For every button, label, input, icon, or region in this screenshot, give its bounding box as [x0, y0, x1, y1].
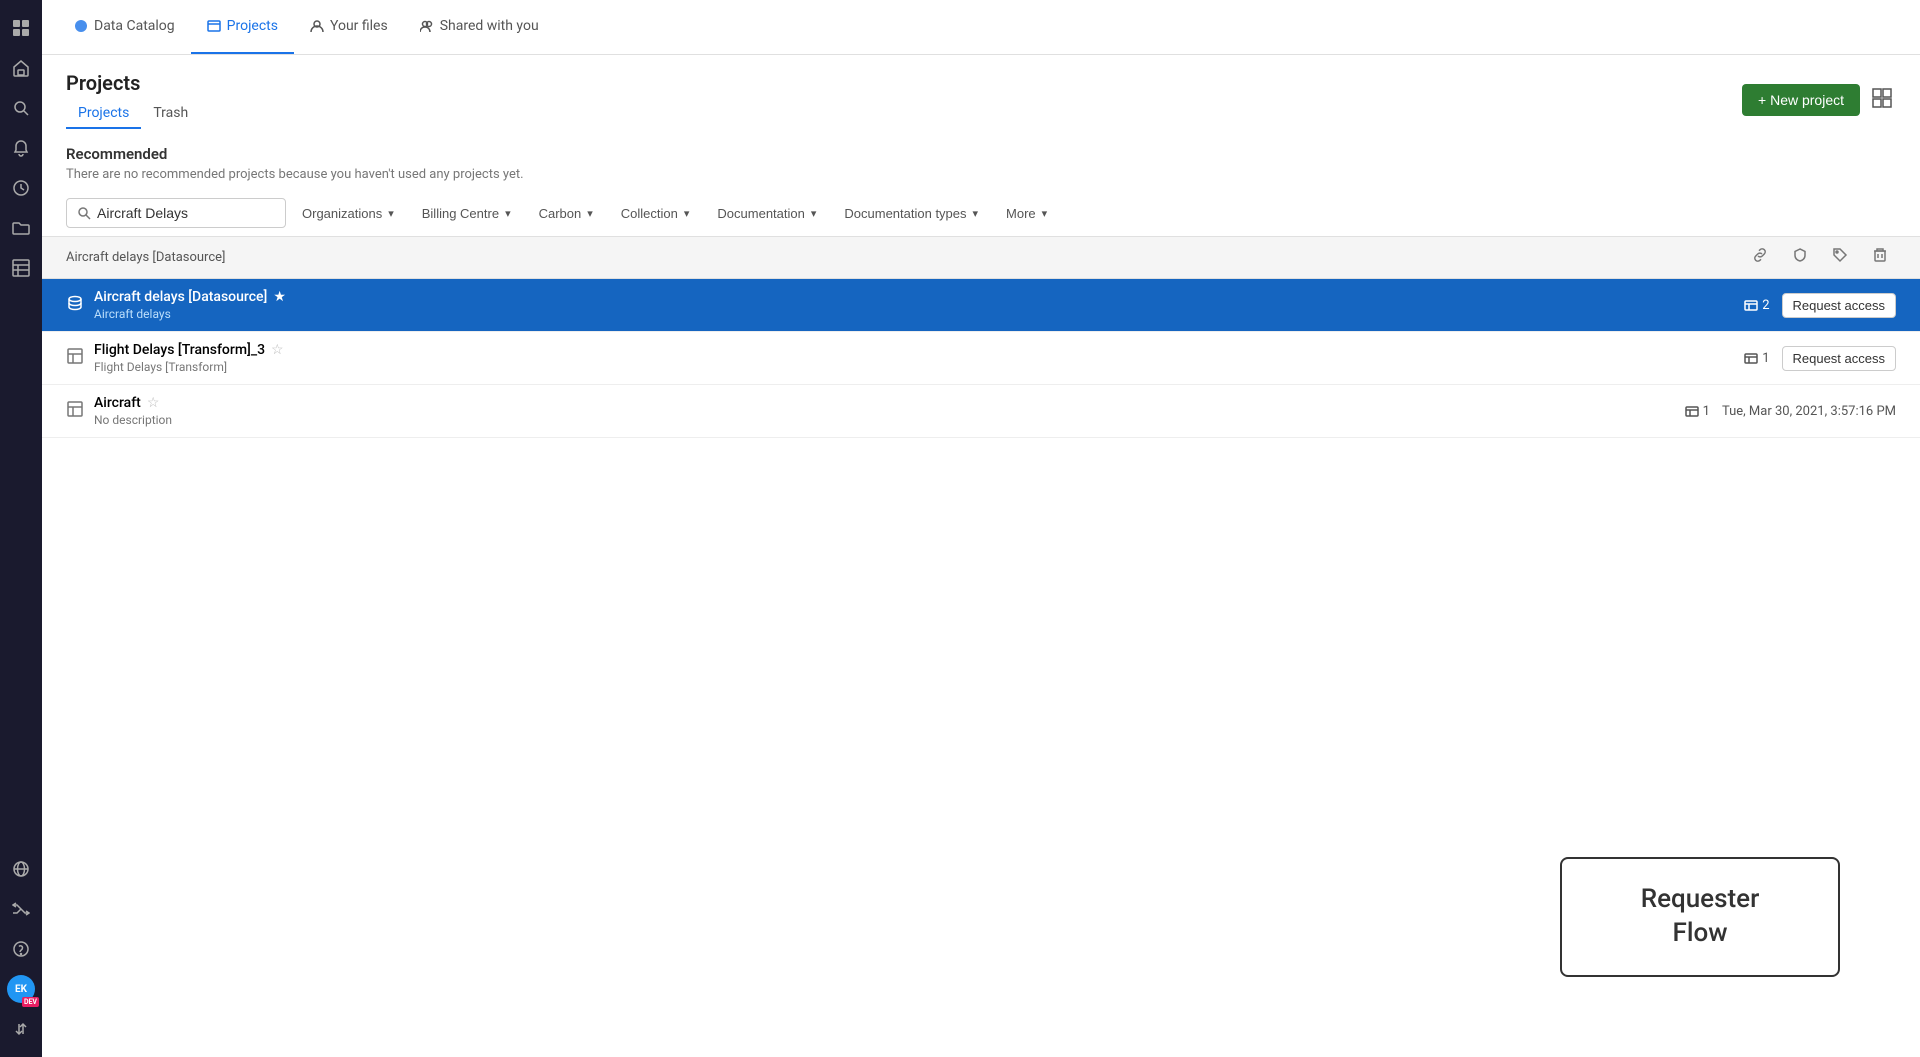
home-icon[interactable] [3, 50, 39, 86]
filter-bar: Organizations Billing Centre Carbon Coll… [42, 190, 1920, 236]
row-count: 1 [1685, 404, 1710, 419]
star-icon[interactable]: ☆ [271, 342, 284, 358]
sub-tab-projects[interactable]: Projects [66, 99, 141, 129]
table-row[interactable]: Aircraft delays [Datasource] ★ Aircraft … [42, 279, 1920, 332]
search-icon [77, 206, 91, 220]
row-meta: 2 Request access [1744, 293, 1896, 318]
documentation-types-filter[interactable]: Documentation types [832, 200, 990, 227]
more-filter[interactable]: More [994, 200, 1059, 227]
help-icon[interactable] [3, 931, 39, 967]
tab-projects[interactable]: Projects [191, 0, 294, 54]
shuffle-icon[interactable] [3, 891, 39, 927]
request-access-button[interactable]: Request access [1782, 293, 1897, 318]
table-row[interactable]: Aircraft ☆ No description 1 Tue, M [42, 385, 1920, 438]
recommended-section: Recommended There are no recommended pro… [42, 129, 1920, 190]
results-header: Aircraft delays [Datasource] [42, 236, 1920, 279]
header-actions: + New project [1742, 84, 1896, 117]
documentation-filter[interactable]: Documentation [705, 200, 828, 227]
aircraft-icon [66, 400, 84, 422]
request-access-button[interactable]: Request access [1782, 346, 1897, 371]
link-icon-button[interactable] [1744, 243, 1776, 272]
sub-tabs: Projects Trash [66, 99, 200, 129]
globe-icon[interactable] [3, 851, 39, 887]
clock-icon[interactable] [3, 170, 39, 206]
page-title-area: Projects Projects Trash [66, 71, 200, 129]
row-count: 2 [1744, 298, 1769, 313]
row-title: Flight Delays [Transform]_3 ☆ [94, 342, 1744, 358]
row-subtitle: Flight Delays [Transform] [94, 360, 1744, 374]
requester-flow-tooltip: RequesterFlow [1560, 857, 1840, 977]
row-main: Aircraft delays [Datasource] ★ Aircraft … [94, 289, 1744, 321]
sidebar: EK DEV [0, 0, 42, 1057]
row-main: Aircraft ☆ No description [94, 395, 1685, 427]
datasource-icon [66, 294, 84, 316]
row-subtitle: Aircraft delays [94, 307, 1744, 321]
tag-icon-button[interactable] [1824, 243, 1856, 272]
sub-tab-trash[interactable]: Trash [141, 99, 200, 129]
recommended-desc: There are no recommended projects becaus… [66, 167, 1896, 182]
star-icon[interactable]: ☆ [147, 395, 160, 411]
results-header-title: Aircraft delays [Datasource] [66, 250, 226, 265]
bell-icon[interactable] [3, 130, 39, 166]
row-title: Aircraft ☆ [94, 395, 1685, 411]
collection-filter[interactable]: Collection [609, 200, 702, 227]
shield-icon-button[interactable] [1784, 243, 1816, 272]
tab-data-catalog[interactable]: Data Catalog [58, 0, 191, 54]
transform-icon [66, 347, 84, 369]
results-actions [1744, 243, 1896, 272]
search-icon[interactable] [3, 90, 39, 126]
star-icon[interactable]: ★ [273, 289, 286, 305]
table-icon[interactable] [3, 250, 39, 286]
avatar[interactable]: EK DEV [3, 971, 39, 1007]
row-meta: 1 Tue, Mar 30, 2021, 3:57:16 PM [1685, 404, 1896, 419]
view-toggle-button[interactable] [1868, 84, 1896, 117]
expand-icon[interactable] [3, 1011, 39, 1047]
billing-centre-filter[interactable]: Billing Centre [410, 200, 523, 227]
folder-icon[interactable] [3, 210, 39, 246]
new-project-button[interactable]: + New project [1742, 84, 1860, 116]
row-meta: 1 Request access [1744, 346, 1896, 371]
carbon-filter[interactable]: Carbon [527, 200, 605, 227]
tab-your-files[interactable]: Your files [294, 0, 404, 54]
search-box [66, 198, 286, 228]
table-row[interactable]: Flight Delays [Transform]_3 ☆ Flight Del… [42, 332, 1920, 385]
data-rows: Aircraft delays [Datasource] ★ Aircraft … [42, 279, 1920, 438]
search-input[interactable] [97, 205, 257, 221]
row-date: Tue, Mar 30, 2021, 3:57:16 PM [1722, 404, 1896, 419]
trash-icon-button[interactable] [1864, 243, 1896, 272]
row-count: 1 [1744, 351, 1769, 366]
recommended-title: Recommended [66, 145, 1896, 163]
row-title: Aircraft delays [Datasource] ★ [94, 289, 1744, 305]
page-title: Projects [66, 71, 200, 95]
tab-shared-with-you[interactable]: Shared with you [404, 0, 555, 54]
page-header: Projects Projects Trash + New project [42, 55, 1920, 129]
top-nav: Data Catalog Projects Your files Shared … [42, 0, 1920, 55]
row-main: Flight Delays [Transform]_3 ☆ Flight Del… [94, 342, 1744, 374]
organizations-filter[interactable]: Organizations [290, 200, 406, 227]
grid-icon[interactable] [3, 10, 39, 46]
row-subtitle: No description [94, 413, 1685, 427]
